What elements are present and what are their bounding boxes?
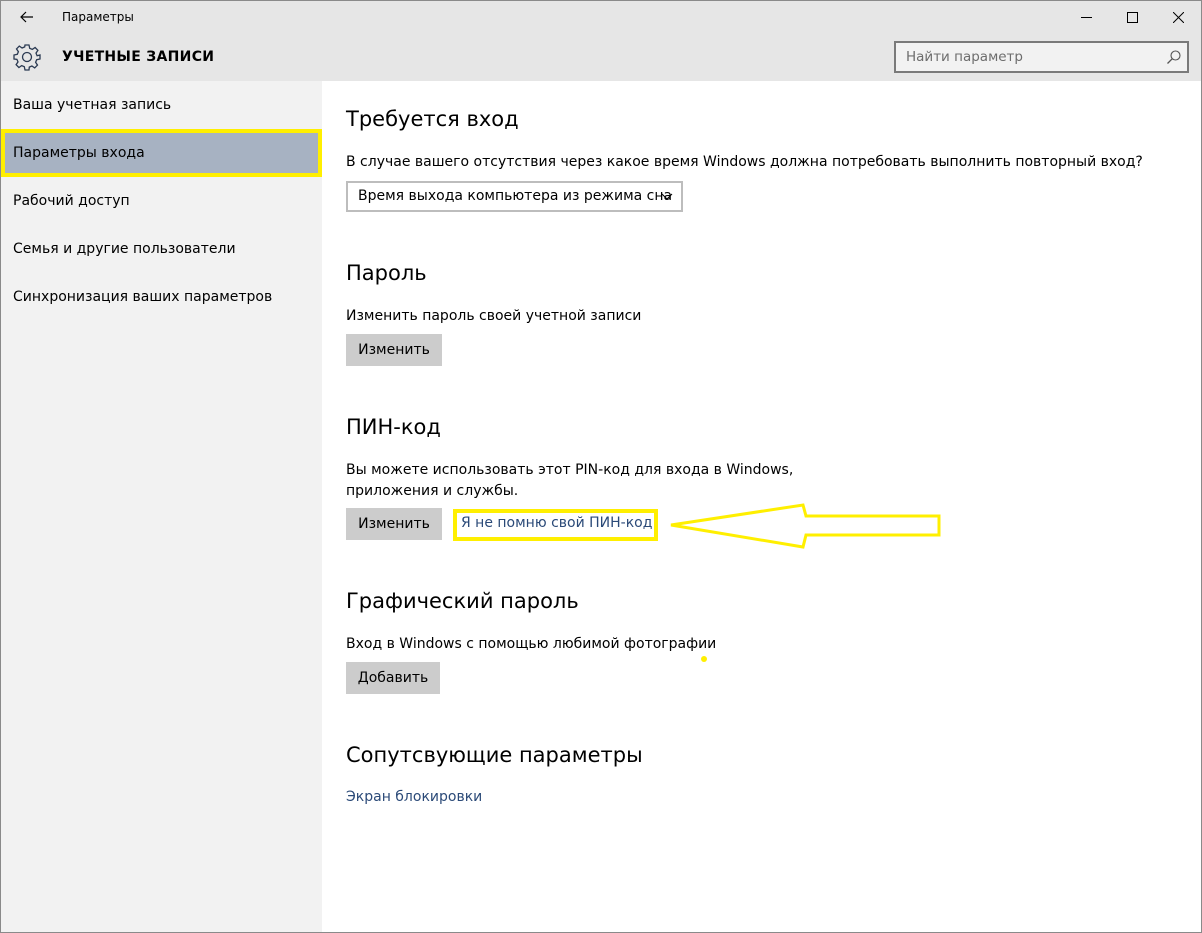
sidebar-item-family[interactable]: Семья и другие пользователи [1, 225, 322, 273]
lock-screen-link[interactable]: Экран блокировки [346, 789, 482, 805]
add-picture-password-button[interactable]: Добавить [346, 662, 440, 694]
app-title: Параметры [62, 10, 134, 24]
related-settings-heading: Сопутсвующие параметры [346, 743, 643, 767]
pin-description-line1: Вы можете использовать этот PIN-код для … [346, 462, 794, 478]
sidebar-item-your-account[interactable]: Ваша учетная запись [1, 81, 322, 129]
arrow-left-icon [20, 11, 33, 23]
minimize-button[interactable] [1063, 1, 1109, 33]
password-description: Изменить пароль своей учетной записи [346, 308, 642, 324]
search-box[interactable] [894, 41, 1189, 73]
minimize-icon [1080, 16, 1092, 18]
section-title: УЧЕТНЫЕ ЗАПИСИ [62, 49, 215, 65]
change-pin-button[interactable]: Изменить [346, 508, 442, 540]
forgot-pin-link[interactable]: Я не помню свой ПИН-код [461, 515, 652, 531]
title-bar: Параметры [1, 1, 1201, 33]
picture-password-heading: Графический пароль [346, 589, 579, 613]
close-icon [1172, 11, 1184, 23]
gear-icon [13, 44, 41, 71]
section-header: УЧЕТНЫЕ ЗАПИСИ [1, 33, 1201, 81]
sidebar-item-sync[interactable]: Синхронизация ваших параметров [1, 273, 322, 321]
password-heading: Пароль [346, 261, 427, 285]
close-button[interactable] [1155, 1, 1201, 33]
signin-required-heading: Требуется вход [346, 107, 519, 131]
sidebar: Ваша учетная запись Параметры входа Рабо… [1, 81, 322, 932]
maximize-icon [1126, 11, 1138, 23]
signin-timeout-dropdown[interactable]: Время выхода компьютера из режима сна [346, 181, 683, 212]
chevron-down-icon [661, 183, 673, 220]
back-button[interactable] [9, 1, 45, 33]
pin-heading: ПИН-код [346, 415, 441, 439]
main-content: Требуется вход В случае вашего отсутстви… [346, 81, 1196, 932]
pin-description-line2: приложения и службы. [346, 483, 519, 499]
dropdown-value: Время выхода компьютера из режима сна [358, 188, 673, 204]
picture-password-description: Вход в Windows с помощью любимой фотогра… [346, 636, 717, 652]
sidebar-item-signin-options[interactable]: Параметры входа [1, 129, 322, 177]
change-password-button[interactable]: Изменить [346, 334, 442, 366]
sidebar-item-work-access[interactable]: Рабочий доступ [1, 177, 322, 225]
maximize-button[interactable] [1109, 1, 1155, 33]
signin-required-description: В случае вашего отсутствия через какое в… [346, 154, 1143, 170]
search-icon[interactable] [1166, 49, 1182, 65]
settings-window: Параметры УЧЕТНЫЕ ЗАПИСИ Ваша [0, 0, 1202, 933]
search-input[interactable] [906, 48, 1156, 66]
